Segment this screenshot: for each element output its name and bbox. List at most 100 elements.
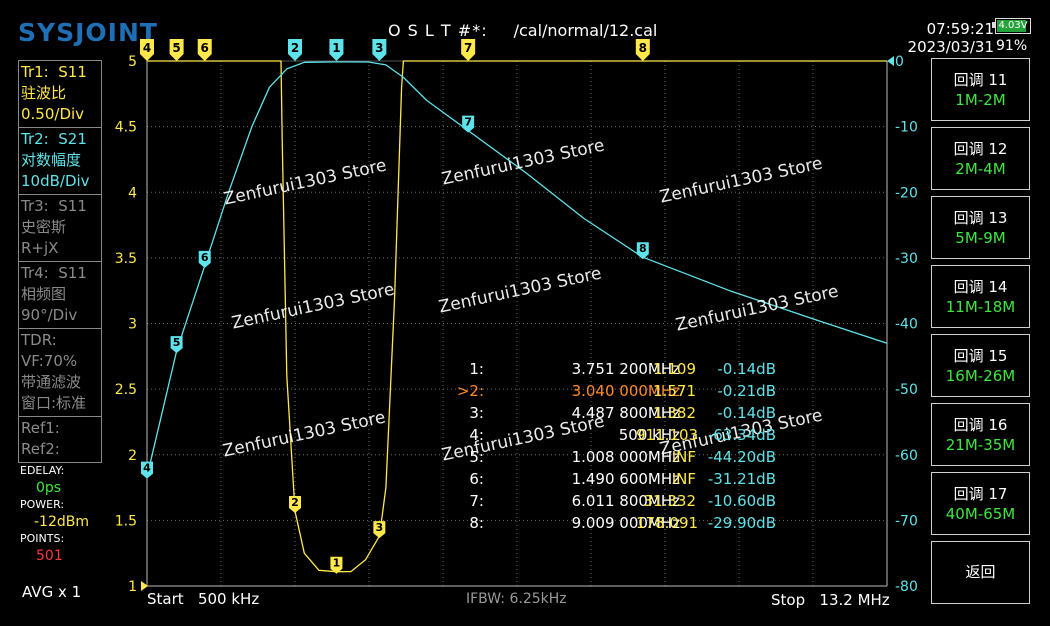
sweep-start[interactable]: Start 500 kHz — [147, 590, 259, 608]
marker-row[interactable]: 6: 1.490 600MHz INF -31.21dB — [450, 468, 790, 490]
marker-id: 8 — [639, 242, 647, 255]
recall-17-button[interactable]: 回调 17 40M-65M — [931, 472, 1030, 535]
marker-s21-value: -10.60dB — [707, 492, 776, 510]
stop-label: Stop — [771, 591, 806, 609]
flag-label: 8 — [639, 41, 647, 55]
marker-s21-value: -63.34dB — [707, 426, 776, 444]
marker-s21-value: -0.14dB — [717, 404, 776, 422]
marker-id: 3 — [376, 521, 384, 534]
marker-number: 4: — [469, 426, 484, 444]
sweep-stop[interactable]: Stop 13.2 MHz — [771, 591, 890, 609]
ifbw-value[interactable]: IFBW: 6.25kHz — [466, 591, 567, 607]
marker-number: 6: — [469, 470, 484, 488]
button-label: 回调 11 — [953, 71, 1008, 89]
marker-table: 1: 3.751 200MHz 1.109 -0.14dB >2: 3.040 000MH… — [450, 358, 790, 534]
marker-number: 3: — [469, 404, 484, 422]
marker-flag-5: 5 — [169, 39, 184, 61]
start-value: 500 kHz — [197, 590, 260, 608]
flag-label: 6 — [201, 41, 209, 55]
marker-flags: 4 5 6 2 1 3 7 8 — [140, 39, 650, 61]
marker-row[interactable]: >2: 3.040 000MHz 1.571 -0.21dB — [450, 380, 790, 402]
marker-s21-value: -29.90dB — [707, 514, 776, 532]
marker-s11-value: 178.091 — [636, 514, 699, 532]
vna-screen: SYSJOINT O S L T #*:/cal/normal/12.cal 0… — [0, 0, 1050, 626]
right-axis-tick-label: 0 — [895, 54, 904, 70]
recall-11-button[interactable]: 回调 11 1M-2M — [931, 58, 1030, 121]
marker-s21-value: -0.21dB — [717, 382, 776, 400]
s21-marker: 4 — [141, 461, 153, 479]
right-axis-tick-label: -40 — [895, 317, 918, 333]
marker-s11-value: 1.571 — [653, 382, 696, 400]
marker-number: 5: — [469, 448, 484, 466]
button-range: 1M-2M — [955, 91, 1006, 109]
button-label: 回调 16 — [953, 416, 1008, 434]
marker-s11-value: 911.103 — [636, 426, 699, 444]
recall-15-button[interactable]: 回调 15 16M-26M — [931, 334, 1030, 397]
left-axis-tick-label: 2.5 — [115, 382, 137, 398]
right-axis-tick-label: -70 — [895, 513, 918, 529]
marker-row[interactable]: 1: 3.751 200MHz 1.109 -0.14dB — [450, 358, 790, 380]
flag-label: 5 — [172, 41, 180, 55]
button-label: 回调 17 — [953, 485, 1008, 503]
left-axis-tick-label: 1 — [128, 579, 137, 595]
marker-s11-value: INF — [671, 470, 696, 488]
button-range: 11M-18M — [945, 298, 1016, 316]
marker-row[interactable]: 4: 500 kHz 911.103 -63.34dB — [450, 424, 790, 446]
flag-label: 3 — [375, 41, 383, 55]
right-axis-tick-label: -60 — [895, 448, 918, 464]
marker-id: 7 — [464, 116, 472, 129]
button-label: 回调 15 — [953, 347, 1008, 365]
marker-s11-value: 1.382 — [653, 404, 696, 422]
marker-row[interactable]: 5: 1.008 000MHz INF -44.20dB — [450, 446, 790, 468]
marker-s21-value: -44.20dB — [707, 448, 776, 466]
start-label: Start — [147, 590, 184, 608]
s21-marker: 6 — [198, 251, 211, 268]
marker-id: 4 — [143, 462, 151, 475]
marker-row[interactable]: 7: 6.011 800MHz 31.332 -10.60dB — [450, 490, 790, 512]
marker-id: 2 — [291, 496, 299, 509]
marker-s11-value: INF — [671, 448, 696, 466]
flag-label: 7 — [464, 41, 472, 55]
marker-s21-value: -0.14dB — [717, 360, 776, 378]
button-label: 回调 14 — [953, 278, 1008, 296]
button-range: 5M-9M — [955, 229, 1006, 247]
marker-s11-value: 31.332 — [643, 492, 697, 510]
button-range: 21M-35M — [945, 436, 1016, 454]
left-axis-tick-label: 4.5 — [115, 120, 137, 136]
left-axis-tick-label: 3.5 — [115, 251, 137, 267]
marker-flag-7: 7 — [461, 39, 476, 61]
marker-id: 5 — [173, 336, 181, 349]
marker-row[interactable]: 3: 4.487 800MHz 1.382 -0.14dB — [450, 402, 790, 424]
left-axis-tick-label: 4 — [128, 185, 137, 201]
s21-marker: 5 — [170, 336, 183, 354]
back-button[interactable]: 返回 — [931, 541, 1030, 604]
marker-row[interactable]: 8: 9.009 000MHz 178.091 -29.90dB — [450, 512, 790, 534]
marker-s21-value: -31.21dB — [707, 470, 776, 488]
button-range: 2M-4M — [955, 160, 1006, 178]
left-axis-tick-label: 2 — [128, 448, 137, 464]
marker-flag-4: 4 — [140, 39, 154, 61]
left-axis-tick-label: 5 — [128, 54, 137, 70]
recall-14-button[interactable]: 回调 14 11M-18M — [931, 265, 1030, 328]
right-axis-tick-label: -20 — [895, 185, 918, 201]
left-axis-tick-label: 3 — [128, 317, 137, 333]
marker-number: 7: — [469, 492, 484, 510]
right-axis-tick-label: -50 — [895, 382, 918, 398]
right-axis-tick-label: -80 — [895, 579, 918, 595]
marker-flag-6: 6 — [197, 39, 212, 61]
stop-value: 13.2 MHz — [819, 591, 890, 609]
marker-number: 1: — [469, 360, 484, 378]
recall-12-button[interactable]: 回调 12 2M-4M — [931, 127, 1030, 190]
marker-flag-1: 1 — [329, 39, 344, 61]
s11-marker: 3 — [373, 521, 386, 539]
recall-menu: 回调 11 1M-2M 回调 12 2M-4M 回调 13 5M-9M 回调 14 11… — [931, 58, 1032, 610]
s21-marker: 8 — [636, 242, 649, 260]
marker-s11-value: 1.109 — [653, 360, 696, 378]
right-reference-arrow — [887, 56, 894, 66]
marker-flag-8: 8 — [635, 39, 650, 61]
recall-16-button[interactable]: 回调 16 21M-35M — [931, 403, 1030, 466]
marker-id: 6 — [201, 251, 209, 264]
recall-13-button[interactable]: 回调 13 5M-9M — [931, 196, 1030, 259]
flag-label: 1 — [332, 41, 340, 55]
button-label: 返回 — [965, 563, 996, 581]
